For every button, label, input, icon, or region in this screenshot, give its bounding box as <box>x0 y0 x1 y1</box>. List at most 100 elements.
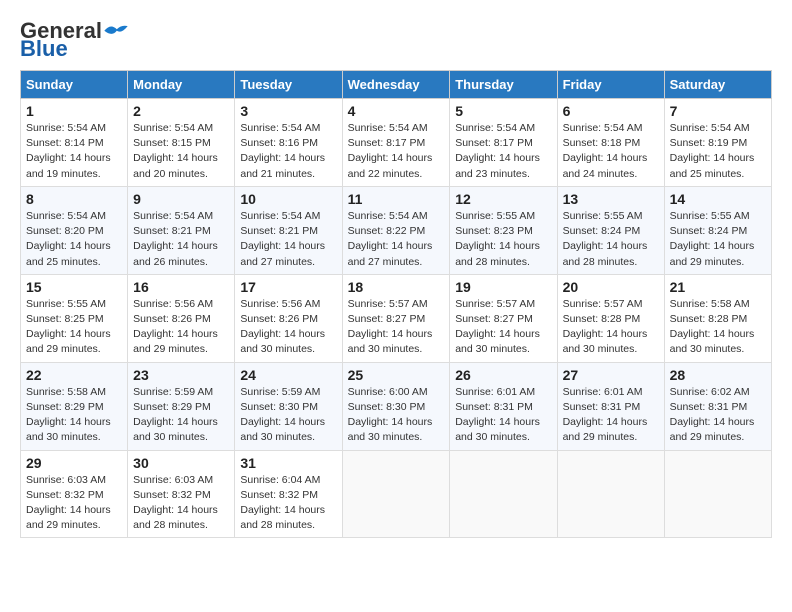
day-info: Sunrise: 6:03 AMSunset: 8:32 PMDaylight:… <box>26 474 111 532</box>
day-number: 23 <box>133 367 229 383</box>
calendar-cell: 14 Sunrise: 5:55 AMSunset: 8:24 PMDaylig… <box>664 186 771 274</box>
day-number: 9 <box>133 191 229 207</box>
calendar-cell: 31 Sunrise: 6:04 AMSunset: 8:32 PMDaylig… <box>235 450 342 538</box>
day-info: Sunrise: 5:54 AMSunset: 8:18 PMDaylight:… <box>563 122 648 180</box>
calendar-cell: 20 Sunrise: 5:57 AMSunset: 8:28 PMDaylig… <box>557 274 664 362</box>
calendar-cell: 23 Sunrise: 5:59 AMSunset: 8:29 PMDaylig… <box>128 362 235 450</box>
day-info: Sunrise: 5:59 AMSunset: 8:29 PMDaylight:… <box>133 386 218 444</box>
calendar-cell: 29 Sunrise: 6:03 AMSunset: 8:32 PMDaylig… <box>21 450 128 538</box>
day-number: 22 <box>26 367 122 383</box>
day-number: 7 <box>670 103 766 119</box>
day-info: Sunrise: 5:54 AMSunset: 8:17 PMDaylight:… <box>348 122 433 180</box>
day-info: Sunrise: 5:58 AMSunset: 8:29 PMDaylight:… <box>26 386 111 444</box>
day-number: 8 <box>26 191 122 207</box>
calendar-week-3: 15 Sunrise: 5:55 AMSunset: 8:25 PMDaylig… <box>21 274 772 362</box>
day-info: Sunrise: 6:04 AMSunset: 8:32 PMDaylight:… <box>240 474 325 532</box>
day-info: Sunrise: 6:00 AMSunset: 8:30 PMDaylight:… <box>348 386 433 444</box>
calendar-cell: 8 Sunrise: 5:54 AMSunset: 8:20 PMDayligh… <box>21 186 128 274</box>
calendar-week-2: 8 Sunrise: 5:54 AMSunset: 8:20 PMDayligh… <box>21 186 772 274</box>
calendar-week-4: 22 Sunrise: 5:58 AMSunset: 8:29 PMDaylig… <box>21 362 772 450</box>
calendar-cell: 27 Sunrise: 6:01 AMSunset: 8:31 PMDaylig… <box>557 362 664 450</box>
day-info: Sunrise: 5:56 AMSunset: 8:26 PMDaylight:… <box>133 298 218 356</box>
calendar-cell: 9 Sunrise: 5:54 AMSunset: 8:21 PMDayligh… <box>128 186 235 274</box>
logo-blue-text: Blue <box>20 38 68 60</box>
calendar-cell: 19 Sunrise: 5:57 AMSunset: 8:27 PMDaylig… <box>450 274 557 362</box>
day-number: 4 <box>348 103 445 119</box>
calendar-cell: 28 Sunrise: 6:02 AMSunset: 8:31 PMDaylig… <box>664 362 771 450</box>
day-number: 18 <box>348 279 445 295</box>
calendar-cell <box>557 450 664 538</box>
day-info: Sunrise: 5:55 AMSunset: 8:24 PMDaylight:… <box>563 210 648 268</box>
calendar-cell: 17 Sunrise: 5:56 AMSunset: 8:26 PMDaylig… <box>235 274 342 362</box>
day-info: Sunrise: 6:02 AMSunset: 8:31 PMDaylight:… <box>670 386 755 444</box>
day-info: Sunrise: 5:54 AMSunset: 8:15 PMDaylight:… <box>133 122 218 180</box>
day-number: 20 <box>563 279 659 295</box>
day-number: 10 <box>240 191 336 207</box>
day-number: 31 <box>240 455 336 471</box>
day-number: 29 <box>26 455 122 471</box>
calendar-cell: 2 Sunrise: 5:54 AMSunset: 8:15 PMDayligh… <box>128 99 235 187</box>
calendar-cell: 24 Sunrise: 5:59 AMSunset: 8:30 PMDaylig… <box>235 362 342 450</box>
day-number: 26 <box>455 367 551 383</box>
calendar-cell: 18 Sunrise: 5:57 AMSunset: 8:27 PMDaylig… <box>342 274 450 362</box>
calendar-cell: 7 Sunrise: 5:54 AMSunset: 8:19 PMDayligh… <box>664 99 771 187</box>
calendar-cell: 25 Sunrise: 6:00 AMSunset: 8:30 PMDaylig… <box>342 362 450 450</box>
day-info: Sunrise: 5:54 AMSunset: 8:17 PMDaylight:… <box>455 122 540 180</box>
day-info: Sunrise: 5:57 AMSunset: 8:27 PMDaylight:… <box>455 298 540 356</box>
calendar-cell: 4 Sunrise: 5:54 AMSunset: 8:17 PMDayligh… <box>342 99 450 187</box>
day-number: 5 <box>455 103 551 119</box>
day-info: Sunrise: 5:54 AMSunset: 8:16 PMDaylight:… <box>240 122 325 180</box>
day-info: Sunrise: 5:55 AMSunset: 8:23 PMDaylight:… <box>455 210 540 268</box>
day-info: Sunrise: 5:54 AMSunset: 8:14 PMDaylight:… <box>26 122 111 180</box>
calendar-cell: 10 Sunrise: 5:54 AMSunset: 8:21 PMDaylig… <box>235 186 342 274</box>
calendar-header-row: SundayMondayTuesdayWednesdayThursdayFrid… <box>21 71 772 99</box>
day-info: Sunrise: 5:59 AMSunset: 8:30 PMDaylight:… <box>240 386 325 444</box>
day-info: Sunrise: 6:03 AMSunset: 8:32 PMDaylight:… <box>133 474 218 532</box>
weekday-header-friday: Friday <box>557 71 664 99</box>
day-number: 2 <box>133 103 229 119</box>
day-info: Sunrise: 5:54 AMSunset: 8:22 PMDaylight:… <box>348 210 433 268</box>
header: General Blue <box>20 20 772 60</box>
calendar-cell <box>342 450 450 538</box>
weekday-header-thursday: Thursday <box>450 71 557 99</box>
day-number: 1 <box>26 103 122 119</box>
day-number: 16 <box>133 279 229 295</box>
calendar-cell: 1 Sunrise: 5:54 AMSunset: 8:14 PMDayligh… <box>21 99 128 187</box>
calendar-cell: 3 Sunrise: 5:54 AMSunset: 8:16 PMDayligh… <box>235 99 342 187</box>
day-info: Sunrise: 5:54 AMSunset: 8:20 PMDaylight:… <box>26 210 111 268</box>
calendar-table: SundayMondayTuesdayWednesdayThursdayFrid… <box>20 70 772 538</box>
calendar-cell <box>664 450 771 538</box>
calendar-cell: 22 Sunrise: 5:58 AMSunset: 8:29 PMDaylig… <box>21 362 128 450</box>
calendar-week-5: 29 Sunrise: 6:03 AMSunset: 8:32 PMDaylig… <box>21 450 772 538</box>
day-info: Sunrise: 5:54 AMSunset: 8:21 PMDaylight:… <box>133 210 218 268</box>
day-info: Sunrise: 5:55 AMSunset: 8:25 PMDaylight:… <box>26 298 111 356</box>
day-info: Sunrise: 6:01 AMSunset: 8:31 PMDaylight:… <box>455 386 540 444</box>
day-info: Sunrise: 5:57 AMSunset: 8:27 PMDaylight:… <box>348 298 433 356</box>
calendar-cell: 6 Sunrise: 5:54 AMSunset: 8:18 PMDayligh… <box>557 99 664 187</box>
day-info: Sunrise: 5:57 AMSunset: 8:28 PMDaylight:… <box>563 298 648 356</box>
calendar-cell: 16 Sunrise: 5:56 AMSunset: 8:26 PMDaylig… <box>128 274 235 362</box>
day-number: 28 <box>670 367 766 383</box>
calendar-cell: 5 Sunrise: 5:54 AMSunset: 8:17 PMDayligh… <box>450 99 557 187</box>
calendar-cell: 13 Sunrise: 5:55 AMSunset: 8:24 PMDaylig… <box>557 186 664 274</box>
calendar-cell: 26 Sunrise: 6:01 AMSunset: 8:31 PMDaylig… <box>450 362 557 450</box>
day-number: 11 <box>348 191 445 207</box>
day-number: 25 <box>348 367 445 383</box>
weekday-header-saturday: Saturday <box>664 71 771 99</box>
day-number: 24 <box>240 367 336 383</box>
calendar-cell: 30 Sunrise: 6:03 AMSunset: 8:32 PMDaylig… <box>128 450 235 538</box>
day-number: 21 <box>670 279 766 295</box>
day-info: Sunrise: 5:54 AMSunset: 8:21 PMDaylight:… <box>240 210 325 268</box>
calendar-cell <box>450 450 557 538</box>
day-info: Sunrise: 5:56 AMSunset: 8:26 PMDaylight:… <box>240 298 325 356</box>
day-number: 30 <box>133 455 229 471</box>
day-number: 15 <box>26 279 122 295</box>
weekday-header-wednesday: Wednesday <box>342 71 450 99</box>
day-number: 3 <box>240 103 336 119</box>
weekday-header-sunday: Sunday <box>21 71 128 99</box>
logo-bird-icon <box>104 23 128 37</box>
day-number: 27 <box>563 367 659 383</box>
calendar-cell: 21 Sunrise: 5:58 AMSunset: 8:28 PMDaylig… <box>664 274 771 362</box>
calendar-body: 1 Sunrise: 5:54 AMSunset: 8:14 PMDayligh… <box>21 99 772 538</box>
calendar-cell: 11 Sunrise: 5:54 AMSunset: 8:22 PMDaylig… <box>342 186 450 274</box>
